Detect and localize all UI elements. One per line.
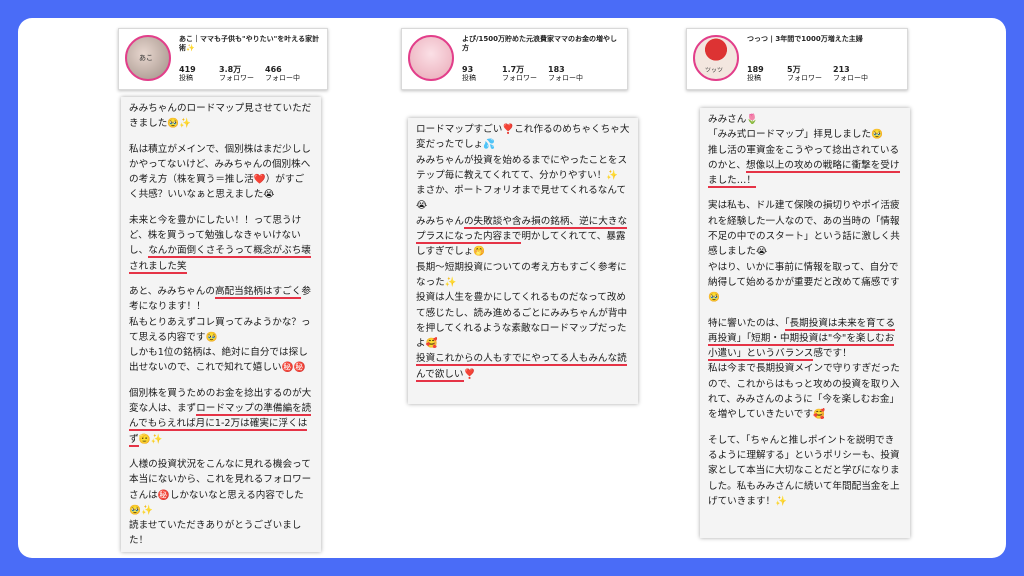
profile-avatar: ツッツ	[693, 35, 739, 81]
testimonial-text: 実は私も、ドル建て保険の損切りやポイ活疲れを経験した一人なので、あの当時の「情報…	[708, 200, 900, 304]
testimonial-text: そして、「ちゃんと推しポイントを説明できるように理解する」というポリシーも、投資…	[708, 434, 900, 507]
testimonial-text: 人様の投資状況をこんなに見れる機会って本当にないから、これを見れるフォロワーさん…	[129, 458, 312, 547]
stat-followers: 3.8万 フォロワー	[219, 65, 254, 82]
avatar-label: ツッツ	[705, 67, 724, 74]
stat-following: 183 フォロー中	[548, 65, 583, 82]
profile-avatar: あこ	[125, 35, 171, 81]
profile-name: よぴ/1500万貯めた元浪費家ママのお金の増やし方	[462, 35, 618, 52]
highlight-underline: 投資これからの人もすでにやってる人も	[416, 353, 589, 367]
testimonial-text: 投資これからの人もすでにやってる人もみんな読んで欲しい❣️	[416, 353, 627, 382]
testimonial-card-1: みみちゃんのロードマップ見させていただきました🥹✨ 私は積立がメインで、個別株は…	[121, 97, 321, 552]
profile-card-yopi[interactable]: よぴ/1500万貯めた元浪費家ママのお金の増やし方 93 投稿 1.7万 フォロワー…	[401, 28, 628, 90]
stat-following: 213 フォロー中	[833, 65, 868, 82]
highlight-underline: 高配当銘柄はすごく	[214, 285, 302, 299]
stat-posts: 189 投稿	[747, 65, 764, 82]
testimonial-text: 私は積立がメインで、個別株はまだ少ししかやってないけど、みみちゃんの個別株への考…	[129, 143, 311, 201]
stat-followers: 5万 フォロワー	[787, 65, 822, 82]
testimonial-card-3: みみさん🌷 「みみ式ロードマップ」拝見しました🥹 推し活の軍資金をこうやって捻出…	[700, 108, 910, 538]
profile-stats: 419 投稿 3.8万 フォロワー 466 フォロー中	[179, 65, 311, 83]
testimonial-text: あと、みみちゃんの高配当銘柄はすごく参考になります！！ 私もとりあえずコレ買って…	[129, 285, 311, 374]
testimonial-text: 未来と今を豊かにしたい！！って思うけど、株を買うって勉強しなきゃいけないし、なん…	[129, 214, 311, 274]
testimonial-text: ロードマップすごい❣️これ作るのめちゃくちゃ大変だったでしょ💦 みみちゃんが投資…	[416, 124, 630, 212]
profile-avatar	[408, 35, 454, 81]
profile-name: つっつ | 3年間で1000万増えた主婦	[747, 35, 863, 43]
stat-following: 466 フォロー中	[265, 65, 300, 82]
highlight-underline: なんか面倒くさそうって概念がぶち壊されました笑	[129, 245, 311, 274]
testimonial-text: 特に響いたのは、「長期投資は未来を育てる再投資」「短期・中期投資は"今"を楽しむ…	[708, 317, 900, 421]
profile-card-ako[interactable]: あこ あこ｜ママも子供も"やりたい"を叶える家計術✨ 419 投稿 3.8万 フォロ…	[118, 28, 328, 90]
stat-followers: 1.7万 フォロワー	[502, 65, 537, 82]
profile-stats: 93 投稿 1.7万 フォロワー 183 フォロー中	[462, 65, 594, 83]
profile-stats: 189 投稿 5万 フォロワー 213 フォロー中	[747, 65, 879, 83]
testimonial-text: みみちゃんのロードマップ見させていただきました🥹✨	[129, 103, 312, 130]
testimonial-card-2: ロードマップすごい❣️これ作るのめちゃくちゃ大変だったでしょ💦 みみちゃんが投資…	[408, 118, 638, 404]
avatar-label: あこ	[139, 54, 153, 62]
testimonial-text: みみちゃんの失敗談や含み損の銘柄、逆に大きなプラスになった内容まで明かしてくれて…	[416, 215, 628, 350]
stat-posts: 419 投稿	[179, 65, 196, 82]
testimonial-text: みみさん🌷 「みみ式ロードマップ」拝見しました🥹 推し活の軍資金をこうやって捻出…	[708, 114, 900, 189]
testimonial-text: 個別株を買うためのお金を捻出するのが大変な人は、まずロードマップの準備編を読んで…	[129, 387, 312, 447]
testimonial-board: あこ あこ｜ママも子供も"やりたい"を叶える家計術✨ 419 投稿 3.8万 フォロ…	[18, 18, 1006, 558]
stat-posts: 93 投稿	[462, 65, 476, 82]
profile-card-tsuttsu[interactable]: ツッツ つっつ | 3年間で1000万増えた主婦 189 投稿 5万 フォロワー 2…	[686, 28, 908, 90]
profile-name: あこ｜ママも子供も"やりたい"を叶える家計術✨	[179, 35, 320, 52]
